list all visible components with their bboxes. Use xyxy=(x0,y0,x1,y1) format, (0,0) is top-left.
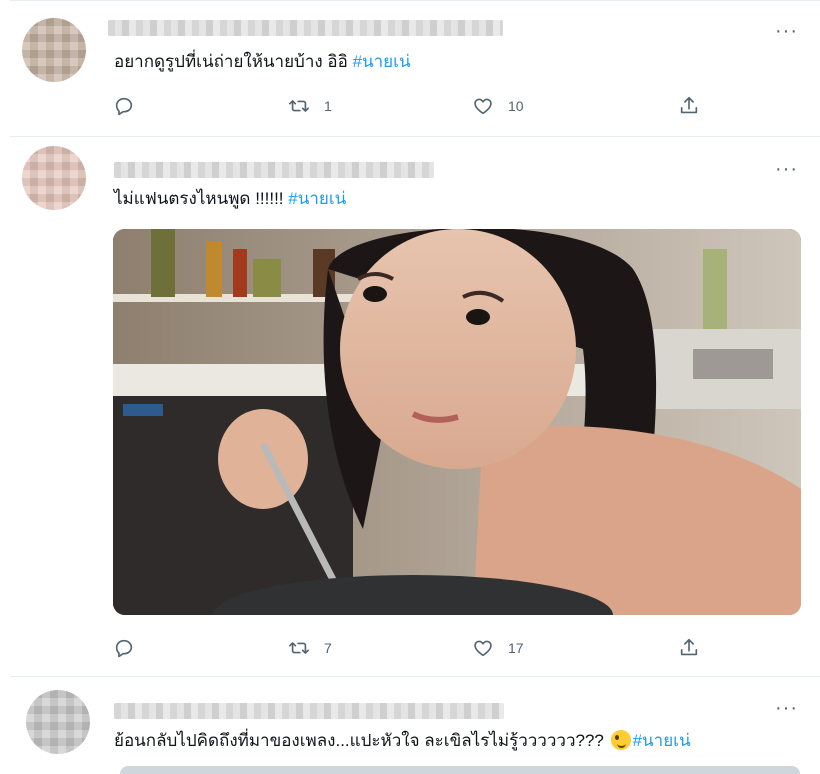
reply-icon xyxy=(115,97,133,116)
tweet-3[interactable]: ··· ย้อนกลับไปคิดถึงที่มาของเพลง...แปะหั… xyxy=(10,677,820,771)
username-redacted[interactable] xyxy=(108,20,503,36)
heart-icon xyxy=(474,640,492,657)
tweet-body: ไม่แฟนตรงไหนพูด !!!!!! xyxy=(114,189,289,208)
retweet-count: 7 xyxy=(324,640,332,656)
heart-icon xyxy=(474,98,492,115)
retweet-count: 1 xyxy=(324,98,332,114)
like-button[interactable]: 10 xyxy=(472,94,524,118)
more-options-icon[interactable]: ··· xyxy=(775,698,798,718)
more-options-icon[interactable]: ··· xyxy=(775,21,798,41)
hashtag-link[interactable]: #นายเน่ xyxy=(633,731,691,750)
tweet-body: ย้อนกลับไปคิดถึงที่มาของเพลง...แปะหัวใจ … xyxy=(114,731,604,750)
tweet-actions: 1 10 xyxy=(10,94,820,118)
avatar[interactable] xyxy=(22,146,86,210)
tweet-text: อยากดูรูปที่เน่ถ่ายให้นายบ้าง อิอิ #นายเ… xyxy=(114,50,411,74)
tweet-body: อยากดูรูปที่เน่ถ่ายให้นายบ้าง อิอิ xyxy=(114,52,353,71)
reply-button[interactable] xyxy=(113,94,135,118)
zany-face-emoji xyxy=(610,730,631,750)
tweet-1[interactable]: ··· อยากดูรูปที่เน่ถ่ายให้นายบ้าง อิอิ #… xyxy=(10,0,820,137)
reply-icon xyxy=(115,639,133,658)
like-count: 17 xyxy=(508,640,524,656)
tweet-actions: 7 17 xyxy=(10,636,820,660)
share-icon xyxy=(680,638,698,656)
retweet-icon xyxy=(289,642,309,654)
next-media-preview[interactable] xyxy=(120,766,800,774)
like-count: 10 xyxy=(508,98,524,114)
like-button[interactable]: 17 xyxy=(472,636,524,660)
hashtag-link[interactable]: #นายเน่ xyxy=(353,52,411,71)
tweet-text: ย้อนกลับไปคิดถึงที่มาของเพลง...แปะหัวใจ … xyxy=(114,729,691,753)
tweet-photo[interactable] xyxy=(113,229,801,615)
retweet-icon xyxy=(289,100,309,112)
share-button[interactable] xyxy=(678,94,700,118)
username-redacted[interactable] xyxy=(114,162,434,178)
username-redacted[interactable] xyxy=(114,703,504,719)
retweet-button[interactable]: 1 xyxy=(288,94,332,118)
more-options-icon[interactable]: ··· xyxy=(775,159,798,179)
avatar[interactable] xyxy=(22,18,86,82)
avatar[interactable] xyxy=(26,690,90,754)
hashtag-link[interactable]: #นายเน่ xyxy=(288,189,346,208)
photo-illustration xyxy=(113,229,801,615)
share-button[interactable] xyxy=(678,636,700,660)
share-icon xyxy=(680,96,698,114)
retweet-button[interactable]: 7 xyxy=(288,636,332,660)
reply-button[interactable] xyxy=(113,636,135,660)
tweet-text: ไม่แฟนตรงไหนพูด !!!!!! #นายเน่ xyxy=(114,187,346,211)
